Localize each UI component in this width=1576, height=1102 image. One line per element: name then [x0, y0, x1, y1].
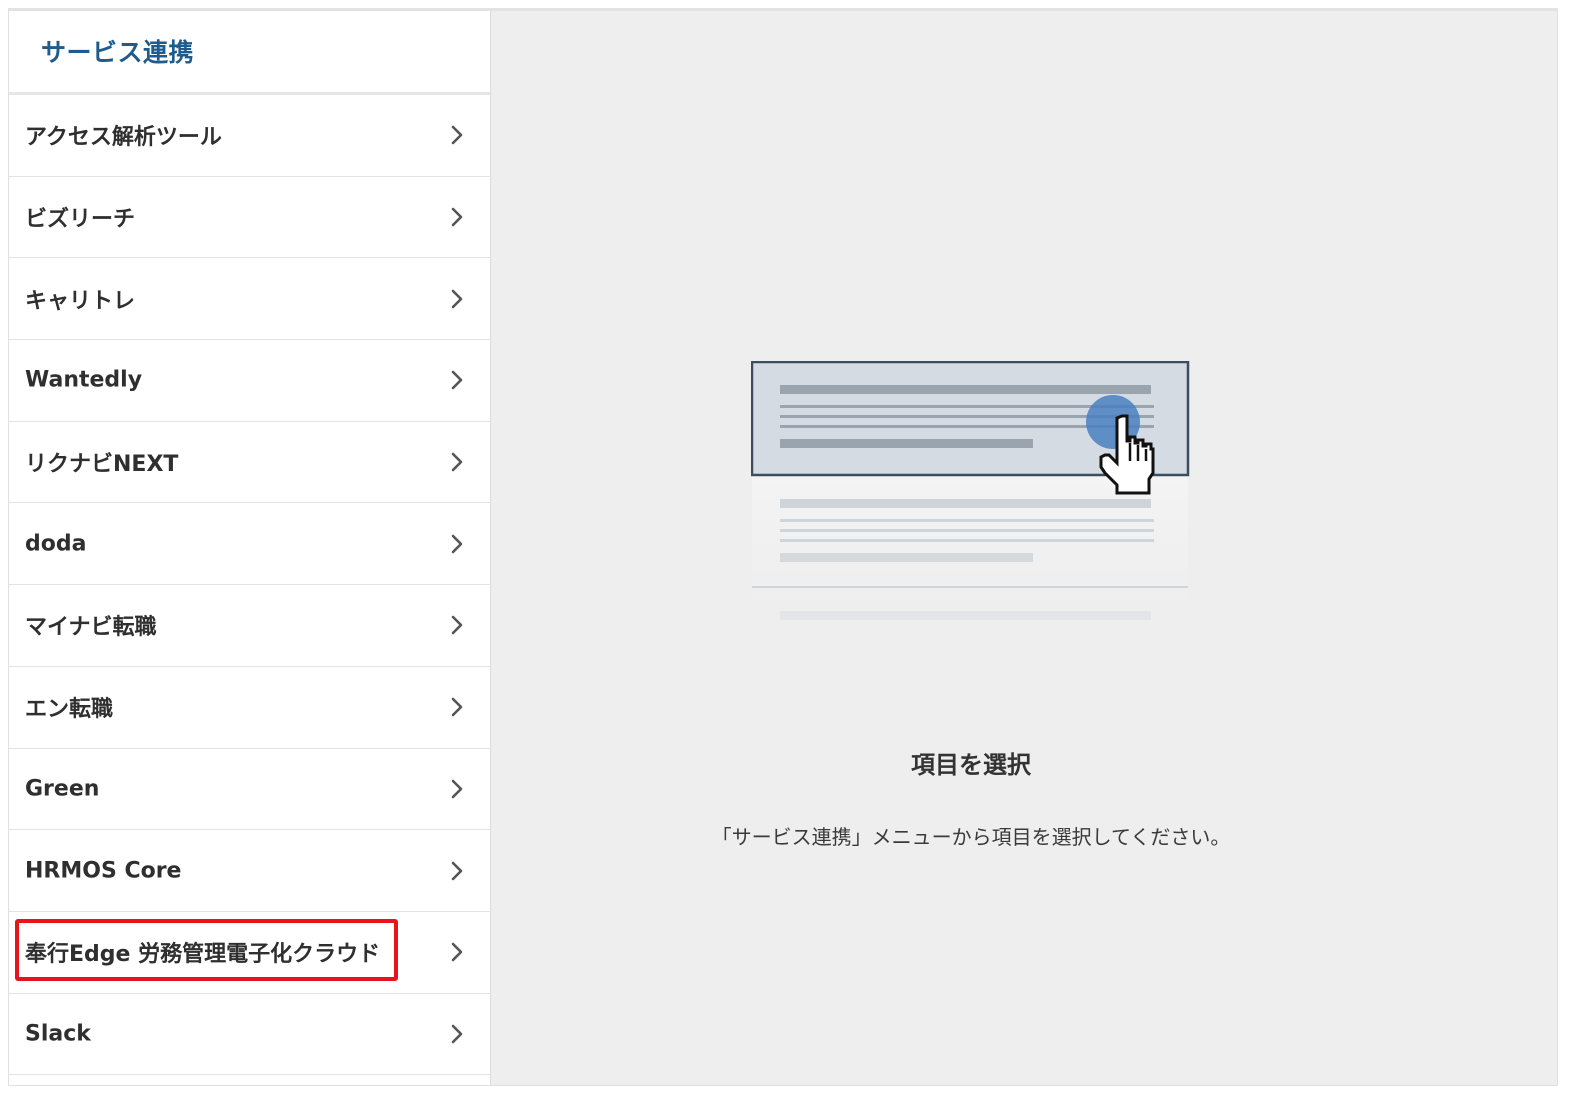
chevron-right-icon: [448, 614, 466, 636]
sidebar-item-label: エン転職: [25, 697, 114, 723]
sidebar-item-bugyo-edge[interactable]: 奉行Edge 労務管理電子化クラウド: [9, 912, 490, 994]
chevron-right-icon: [448, 369, 466, 391]
sidebar-item-label: リクナビNEXT: [25, 452, 179, 478]
chevron-right-icon: [448, 941, 466, 963]
sidebar-item-label: ビズリーチ: [25, 207, 136, 233]
sidebar-item-access-analytics[interactable]: アクセス解析ツール: [9, 95, 490, 177]
sidebar-title: サービス連携: [41, 38, 195, 67]
sidebar-item-label: マイナビ転職: [25, 615, 157, 641]
main-content: 項目を選択 「サービス連携」メニューから項目を選択してください。: [491, 11, 1557, 1085]
sidebar-item-label: doda: [25, 531, 87, 557]
chevron-right-icon: [448, 451, 466, 473]
sidebar-item-doda[interactable]: doda: [9, 503, 490, 586]
app-window: サービス連携 アクセス解析ツール ビズリーチ キャリトレ Wantedly リク…: [8, 8, 1558, 1086]
empty-state-description: 「サービス連携」メニューから項目を選択してください。: [711, 825, 1231, 849]
sidebar-item-label: アクセス解析ツール: [25, 125, 222, 151]
sidebar-item-caritore[interactable]: キャリトレ: [9, 258, 490, 341]
chevron-right-icon: [448, 860, 466, 882]
sidebar-item-rikunabi-next[interactable]: リクナビNEXT: [9, 422, 490, 504]
sidebar-item-label: Slack: [25, 1021, 91, 1047]
sidebar-item-mynavi-tenshoku[interactable]: マイナビ転職: [9, 585, 490, 667]
chevron-right-icon: [448, 778, 466, 800]
sidebar-item-label: Wantedly: [25, 367, 143, 393]
empty-state-title: 項目を選択: [911, 751, 1031, 779]
sidebar-item-en-tenshoku[interactable]: エン転職: [9, 667, 490, 749]
sidebar-item-bizreach[interactable]: ビズリーチ: [9, 177, 490, 259]
sidebar-header: サービス連携: [9, 11, 490, 95]
sidebar-item-green[interactable]: Green: [9, 749, 490, 831]
chevron-right-icon: [448, 696, 466, 718]
chevron-right-icon: [448, 1023, 466, 1045]
sidebar-item-wantedly[interactable]: Wantedly: [9, 340, 490, 422]
sidebar-item-label: キャリトレ: [25, 288, 136, 314]
chevron-right-icon: [448, 533, 466, 555]
sidebar-item-slack[interactable]: Slack: [9, 994, 490, 1076]
chevron-right-icon: [448, 206, 466, 228]
sidebar-item-label: Green: [25, 776, 100, 802]
list-select-pointer-illustration: [750, 360, 1193, 661]
sidebar: サービス連携 アクセス解析ツール ビズリーチ キャリトレ Wantedly リク…: [9, 11, 491, 1085]
sidebar-item-label: 奉行Edge 労務管理電子化クラウド: [25, 942, 381, 968]
sidebar-item-label: HRMOS Core: [25, 858, 182, 884]
chevron-right-icon: [448, 124, 466, 146]
chevron-right-icon: [448, 288, 466, 310]
sidebar-item-hrmos-core[interactable]: HRMOS Core: [9, 830, 490, 912]
